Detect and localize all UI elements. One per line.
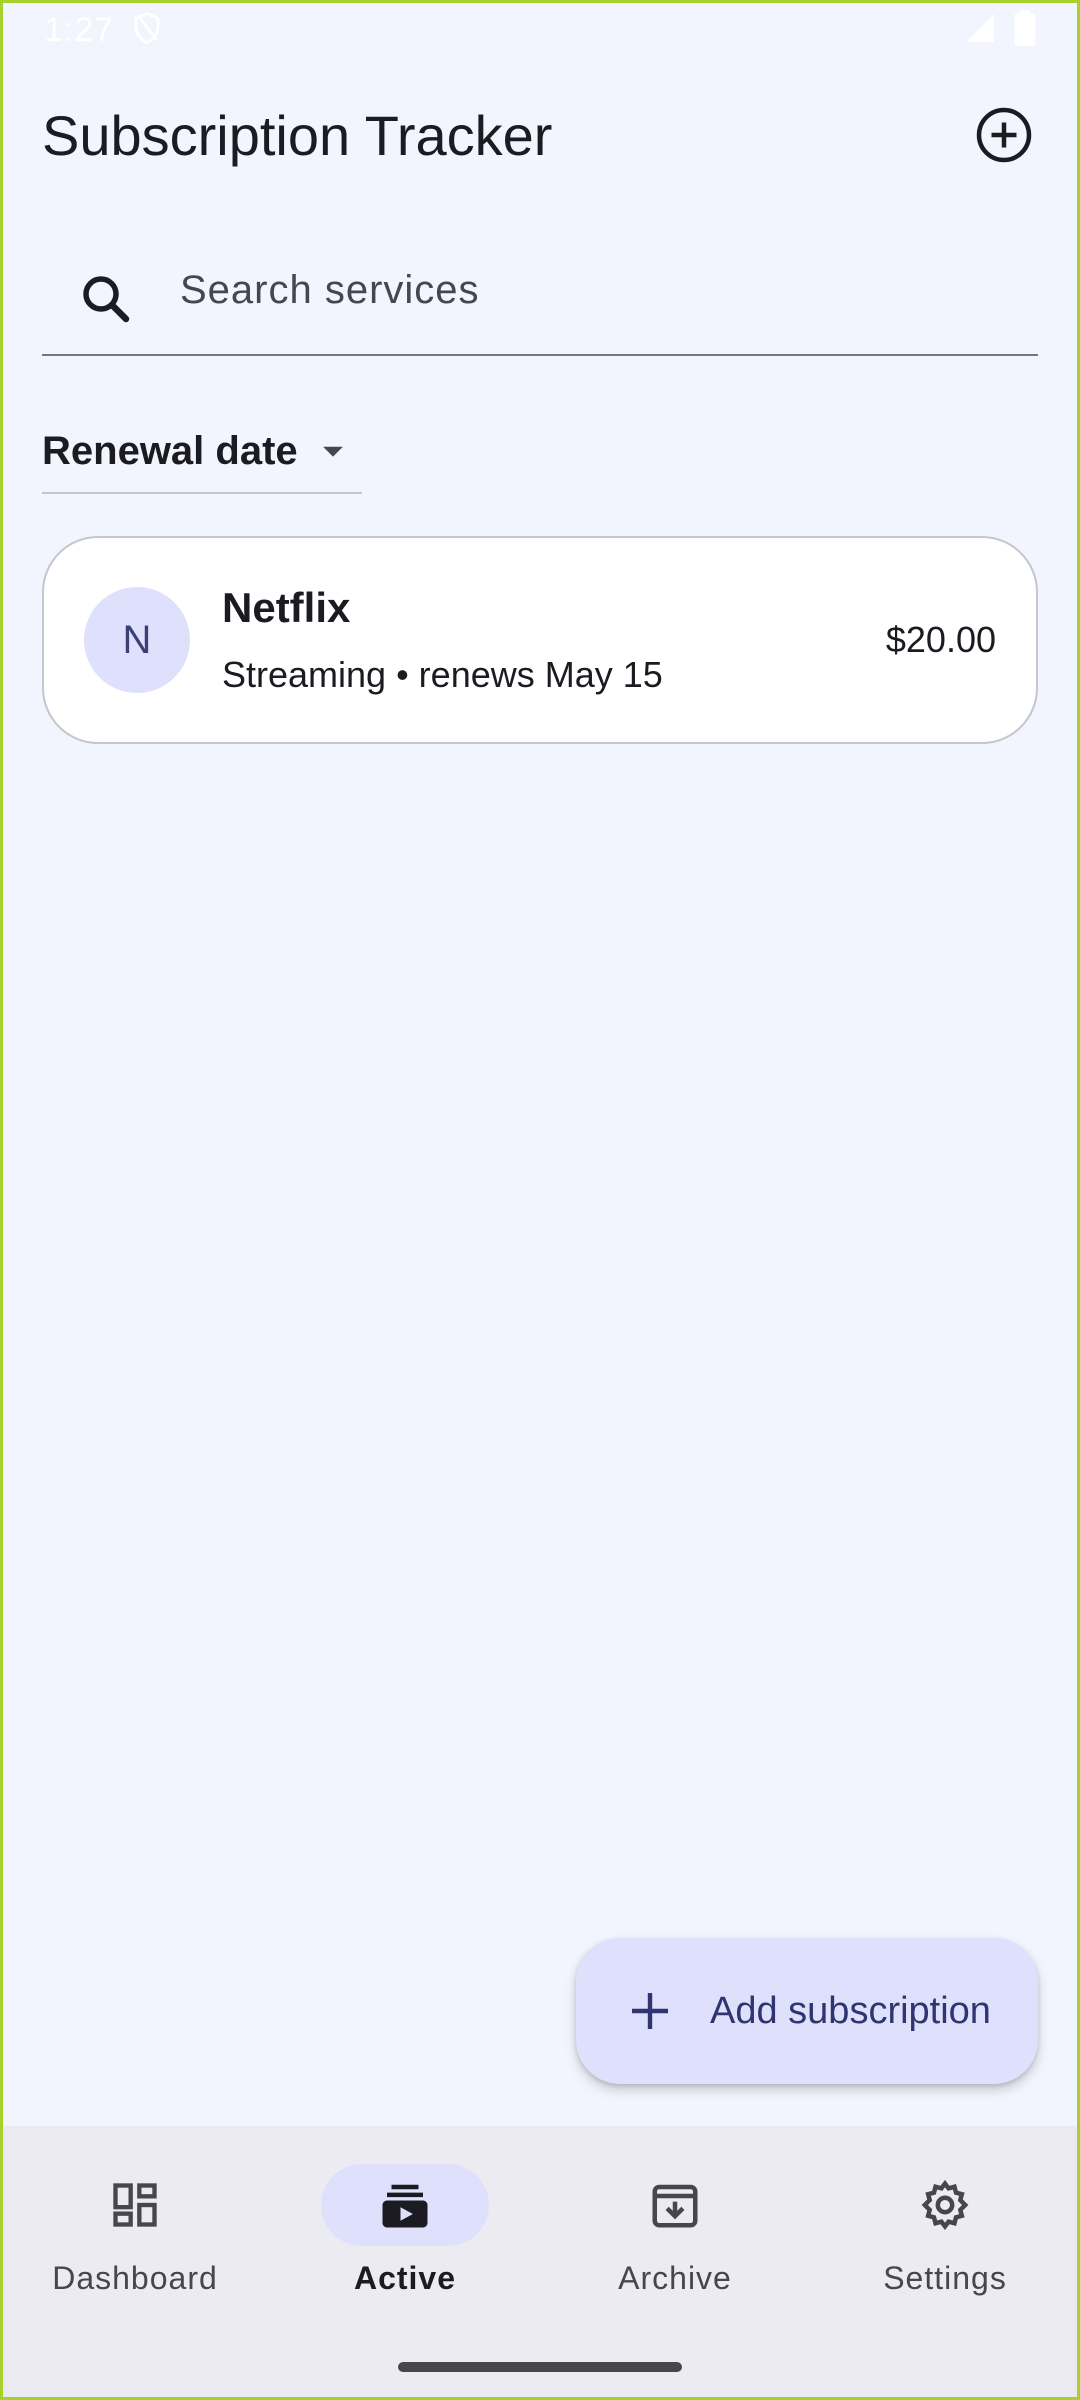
- subscription-card[interactable]: N Netflix Streaming • renews May 15 $20.…: [42, 536, 1038, 744]
- add-circle-icon: [976, 107, 1032, 163]
- status-right: [962, 9, 1036, 51]
- caret-down-icon: [322, 446, 343, 457]
- battery-icon: [1014, 9, 1036, 51]
- subscriptions-icon: [382, 2184, 428, 2228]
- search-field[interactable]: [42, 230, 1038, 356]
- search-icon: [83, 276, 130, 323]
- subscription-price: $20.00: [885, 619, 996, 660]
- app-bar: Subscription Tracker: [0, 90, 1080, 180]
- avatar: N: [84, 587, 190, 693]
- nav-item-dashboard[interactable]: Dashboard: [0, 2126, 270, 2400]
- nav-label-active: Active: [353, 2260, 457, 2296]
- bottom-navigation: Dashboard Active Archive Settings: [0, 2126, 1080, 2400]
- nav-icon-container: [51, 2164, 219, 2246]
- gear-icon: [921, 2179, 969, 2231]
- nav-label-archive: Archive: [618, 2260, 732, 2296]
- nav-item-settings[interactable]: Settings: [810, 2126, 1080, 2400]
- fab-label: Add subscription: [710, 1989, 991, 2032]
- archive-icon: [652, 2184, 698, 2228]
- home-indicator[interactable]: [398, 2362, 682, 2372]
- add-subscription-fab[interactable]: Add subscription: [576, 1938, 1038, 2084]
- status-left: 1:27: [44, 11, 162, 50]
- nav-label-dashboard: Dashboard: [52, 2260, 218, 2296]
- dashboard-icon: [113, 2183, 157, 2227]
- sort-label: Renewal date: [42, 428, 298, 473]
- nav-icon-container: [591, 2164, 759, 2246]
- plus-icon: [632, 1993, 668, 2029]
- subscription-text: Netflix Streaming • renews May 15: [222, 584, 886, 696]
- nav-item-active[interactable]: Active: [270, 2126, 540, 2400]
- add-subscription-header-button[interactable]: [968, 99, 1040, 171]
- nav-icon-container: [861, 2164, 1029, 2246]
- sort-dropdown[interactable]: Renewal date: [42, 410, 362, 494]
- subscription-subtitle: Streaming • renews May 15: [222, 654, 663, 695]
- nav-label-settings: Settings: [883, 2260, 1007, 2296]
- nav-item-archive[interactable]: Archive: [540, 2126, 810, 2400]
- nav-icon-container: [321, 2164, 489, 2246]
- subscription-name: Netflix: [222, 584, 351, 631]
- status-bar: 1:27: [0, 0, 1080, 60]
- signal-icon: [962, 11, 998, 50]
- status-time: 1:27: [44, 10, 115, 49]
- page-title: Subscription Tracker: [42, 103, 553, 167]
- privacy-shield-icon: [132, 11, 162, 50]
- search-input[interactable]: [180, 267, 980, 313]
